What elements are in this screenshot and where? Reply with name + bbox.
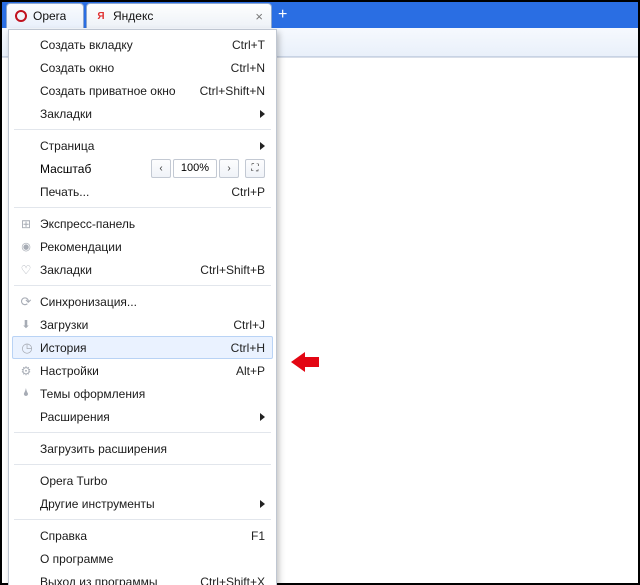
menu-new-tab[interactable]: Создать вкладку Ctrl+T xyxy=(12,33,273,56)
zoom-value: 100% xyxy=(173,159,217,178)
opera-icon xyxy=(15,10,27,22)
menu-separator xyxy=(14,129,271,130)
menu-help[interactable]: Справка F1 xyxy=(12,524,273,547)
close-icon[interactable]: × xyxy=(255,10,263,23)
zoom-out-button[interactable]: ‹ xyxy=(151,159,171,178)
menu-print[interactable]: Печать... Ctrl+P xyxy=(12,180,273,203)
themes-icon xyxy=(18,386,34,402)
menu-sync[interactable]: Синхронизация... xyxy=(12,290,273,313)
menu-separator xyxy=(14,207,271,208)
submenu-arrow-icon xyxy=(260,110,265,118)
menu-exit[interactable]: Выход из программы Ctrl+Shift+X xyxy=(12,570,273,585)
download-icon xyxy=(18,317,34,333)
menu-themes[interactable]: Темы оформления xyxy=(12,382,273,405)
submenu-arrow-icon xyxy=(260,413,265,421)
zoom-controls: ‹ 100% › ⛶ xyxy=(151,159,265,178)
menu-separator xyxy=(14,432,271,433)
menu-separator xyxy=(14,285,271,286)
menu-more-tools-submenu[interactable]: Другие инструменты xyxy=(12,492,273,515)
menu-discover[interactable]: Рекомендации xyxy=(12,235,273,258)
opera-tab-label: Opera xyxy=(33,9,66,23)
yandex-icon: Я xyxy=(95,10,107,22)
opera-menu-tab[interactable]: Opera xyxy=(6,3,84,28)
menu-about[interactable]: О программе xyxy=(12,547,273,570)
submenu-arrow-icon xyxy=(260,500,265,508)
opera-main-menu: Создать вкладку Ctrl+T Создать окно Ctrl… xyxy=(8,29,277,585)
menu-opera-turbo[interactable]: Opera Turbo xyxy=(12,469,273,492)
menu-bookmarks[interactable]: Закладки Ctrl+Shift+B xyxy=(12,258,273,281)
menu-extensions-submenu[interactable]: Расширения xyxy=(12,405,273,428)
menu-separator xyxy=(14,519,271,520)
tab-strip: Opera Я Яндекс × + xyxy=(2,2,638,28)
menu-new-window[interactable]: Создать окно Ctrl+N xyxy=(12,56,273,79)
menu-separator xyxy=(14,464,271,465)
heart-icon xyxy=(18,262,34,278)
menu-speed-dial[interactable]: Экспресс-панель xyxy=(12,212,273,235)
fullscreen-button[interactable]: ⛶ xyxy=(245,159,265,178)
clock-icon xyxy=(19,340,35,356)
grid-icon xyxy=(18,216,34,232)
menu-new-private-window[interactable]: Создать приватное окно Ctrl+Shift+N xyxy=(12,79,273,102)
sync-icon xyxy=(18,294,34,310)
menu-get-extensions[interactable]: Загрузить расширения xyxy=(12,437,273,460)
zoom-in-button[interactable]: › xyxy=(219,159,239,178)
eye-icon xyxy=(18,239,34,255)
window-frame: Opera Я Яндекс × + Создать вкладку Ctrl+… xyxy=(0,0,640,585)
new-tab-button[interactable]: + xyxy=(278,7,287,23)
menu-bookmarks-submenu[interactable]: Закладки xyxy=(12,102,273,125)
site-tab-label: Яндекс xyxy=(113,9,153,23)
menu-downloads[interactable]: Загрузки Ctrl+J xyxy=(12,313,273,336)
site-tab[interactable]: Я Яндекс × xyxy=(86,3,272,28)
gear-icon xyxy=(18,363,34,379)
menu-zoom-row: Масштаб ‹ 100% › ⛶ xyxy=(12,157,273,180)
submenu-arrow-icon xyxy=(260,142,265,150)
menu-settings[interactable]: Настройки Alt+P xyxy=(12,359,273,382)
menu-page-submenu[interactable]: Страница xyxy=(12,134,273,157)
menu-history[interactable]: История Ctrl+H xyxy=(12,336,273,359)
